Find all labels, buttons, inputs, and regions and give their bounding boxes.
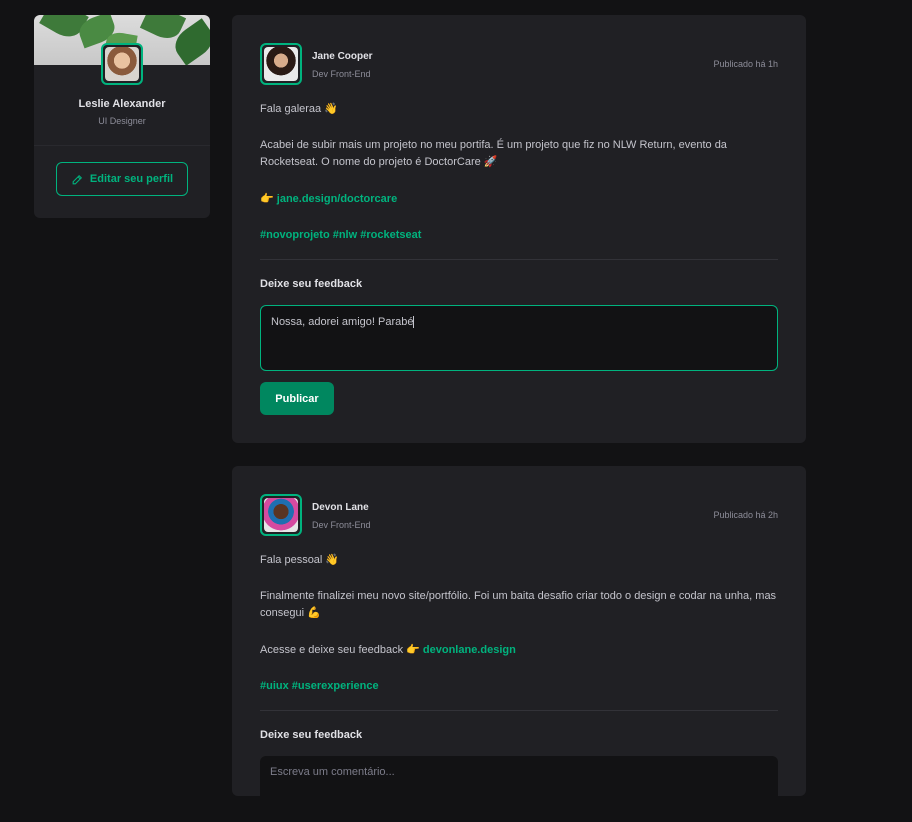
- published-time: Publicado há 2h: [713, 510, 778, 520]
- post-hashtags[interactable]: #novoprojeto #nlw #rocketseat: [260, 227, 778, 244]
- divider: [260, 259, 778, 260]
- profile-name: Leslie Alexander: [78, 98, 166, 110]
- comment-textarea[interactable]: Escreva um comentário...: [260, 756, 778, 822]
- post-link-line: 👉 jane.design/doctorcare: [260, 191, 778, 208]
- post-link[interactable]: jane.design/doctorcare: [277, 193, 397, 205]
- author-avatar[interactable]: [260, 494, 302, 536]
- post-card: Jane Cooper Dev Front-End Publicado há 1…: [232, 15, 806, 443]
- published-time: Publicado há 1h: [713, 59, 778, 69]
- post-hashtags[interactable]: #uiux #userexperience: [260, 678, 778, 695]
- post-paragraph: Fala galeraa 👋: [260, 103, 338, 115]
- author-name: Jane Cooper: [312, 51, 373, 62]
- profile-sidebar: Leslie Alexander UI Designer Editar seu …: [34, 15, 210, 218]
- publish-button[interactable]: Publicar: [260, 382, 334, 415]
- pencil-icon: [72, 174, 82, 184]
- comment-textarea[interactable]: Nossa, adorei amigo! Parabé: [260, 305, 778, 371]
- comment-placeholder: Escreva um comentário...: [270, 766, 395, 778]
- divider: [260, 710, 778, 711]
- edit-profile-label: Editar seu perfil: [89, 173, 174, 185]
- author-role: Dev Front-End: [312, 520, 371, 530]
- post-card: Devon Lane Dev Front-End Publicado há 2h…: [232, 466, 806, 822]
- post-paragraph: Finalmente finalizei meu novo site/portf…: [260, 590, 777, 619]
- edit-profile-button[interactable]: Editar seu perfil: [56, 162, 188, 196]
- author-role: Dev Front-End: [312, 69, 371, 79]
- link-pointer: 👉: [260, 193, 277, 205]
- author-name: Devon Lane: [312, 502, 369, 513]
- post-paragraph: Fala pessoal 👋: [260, 554, 340, 566]
- comment-value: Nossa, adorei amigo! Parabé: [271, 316, 414, 328]
- feedback-title: Deixe seu feedback: [260, 729, 363, 741]
- post-text: Acesse e deixe seu feedback 👉: [260, 644, 423, 656]
- post-link[interactable]: devonlane.design: [423, 644, 516, 656]
- profile-avatar[interactable]: [101, 43, 143, 85]
- sidebar-divider: [34, 145, 210, 146]
- post-link-line: Acesse e deixe seu feedback 👉 devonlane.…: [260, 642, 778, 659]
- text-caret: [413, 316, 415, 329]
- feedback-title: Deixe seu feedback: [260, 278, 363, 290]
- post-paragraph: Acabei de subir mais um projeto no meu p…: [260, 139, 727, 168]
- author-avatar[interactable]: [260, 43, 302, 85]
- profile-role: UI Designer: [98, 116, 146, 126]
